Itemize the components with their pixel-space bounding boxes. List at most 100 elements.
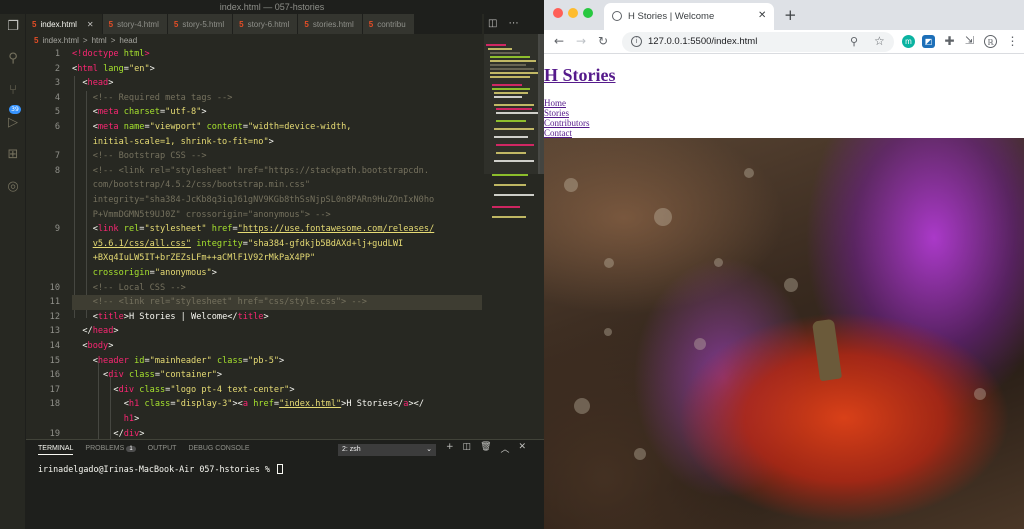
chevron-down-icon: ⌄ <box>426 446 432 453</box>
nav-link-contributors[interactable]: Contributors <box>544 118 590 128</box>
more-actions-icon[interactable]: ⋯ <box>509 18 519 29</box>
zoom-icon[interactable]: ⚲ <box>850 35 858 48</box>
nav-link-stories[interactable]: Stories <box>544 108 590 118</box>
breadcrumb-file[interactable]: index.html <box>42 34 78 47</box>
line-number: 9 <box>54 224 60 235</box>
split-terminal-icon[interactable]: ◫ <box>463 442 472 455</box>
source-control-icon[interactable]: ⑂ <box>4 82 22 100</box>
html-file-icon: 5 <box>368 19 374 29</box>
tab-story-4[interactable]: 5 story-4.html <box>102 14 168 34</box>
code-line: +BXq4IuLW5IT+brZEZsLFm++aCMlF1V92rMkPaX4… <box>92 253 316 264</box>
tab-contributors[interactable]: 5 contribu <box>362 14 415 34</box>
address-bar[interactable]: i 127.0.0.1:5500/index.html ⚲ ☆ <box>622 32 894 52</box>
info-icon[interactable]: i <box>631 36 642 47</box>
html-file-icon: 5 <box>173 19 179 29</box>
tab-output[interactable]: OUTPUT <box>148 445 177 455</box>
html-file-icon: 5 <box>108 19 114 29</box>
nav-link-contact[interactable]: Contact <box>544 128 590 138</box>
terminal-select[interactable]: 2: zsh ⌄ <box>338 444 436 456</box>
code-line: crossorigin="anonymous"> <box>92 268 217 278</box>
close-icon[interactable]: ✕ <box>87 20 94 29</box>
run-debug-icon[interactable]: ▷ <box>4 114 22 132</box>
close-window-button[interactable] <box>553 8 563 18</box>
menu-kebab-icon[interactable]: ⋮ <box>1006 35 1019 48</box>
code-line: <header id="mainheader" class="pb-5"> <box>72 355 285 366</box>
code-line: <!-- Bootstrap CSS --> <box>92 151 207 162</box>
tab-label: story-5.html <box>182 19 225 29</box>
extension-screenshot-icon[interactable]: ◩ <box>922 35 935 48</box>
tab-problems[interactable]: PROBLEMS 1 <box>85 445 136 455</box>
trash-icon[interactable]: 🗑 <box>480 442 491 455</box>
code-line: v5.6.1/css/all.css" integrity="sha384-gf… <box>92 238 404 249</box>
tab-index-html[interactable]: 5 index.html ✕ <box>26 14 103 34</box>
tab-terminal[interactable]: TERMINAL <box>38 445 74 455</box>
line-number: 19 <box>49 428 60 439</box>
line-number: 8 <box>54 165 60 176</box>
tab-label: contribu <box>377 19 406 29</box>
tab-stories[interactable]: 5 stories.html <box>298 14 363 34</box>
editor-actions: ◫ ⋯ <box>484 14 544 34</box>
new-tab-button[interactable]: + <box>784 6 797 24</box>
breadcrumb-html[interactable]: html <box>92 34 107 47</box>
breadcrumb-head[interactable]: head <box>119 34 137 47</box>
code-line: <head> <box>72 78 114 89</box>
site-nav: Home Stories Contributors Contact <box>544 98 590 138</box>
code-line: com/bootstrap/4.5.2/css/bootstrap.min.cs… <box>92 180 311 191</box>
problems-count-badge: 1 <box>126 446 136 452</box>
line-number: 1 <box>54 49 60 59</box>
code-editor[interactable]: 1 2 3 4 5 6 7 8 9 10 11 12 13 14 15 16 1… <box>26 47 482 439</box>
pumpkin-stem <box>811 318 843 382</box>
tab-story-5[interactable]: 5 story-5.html <box>167 14 234 34</box>
hero-image-pumpkin-smoke <box>544 138 1024 529</box>
panel-tabs: TERMINAL PROBLEMS 1 OUTPUT DEBUG CONSOLE <box>38 445 250 455</box>
back-icon[interactable]: ← <box>554 34 564 48</box>
vscode-window: index.html — 057-hstories ❐ ⚲ ⑂ 39 ▷ ⊞ ◎… <box>0 0 544 529</box>
tab-debug-console[interactable]: DEBUG CONSOLE <box>188 445 249 455</box>
chevron-up-icon[interactable]: ︿ <box>501 442 510 455</box>
line-number: 11 <box>49 297 60 308</box>
search-icon[interactable]: ⚲ <box>4 50 22 68</box>
line-number: 17 <box>49 384 60 395</box>
code-line: <title>H Stories | Welcome</title> <box>72 311 269 322</box>
line-number: 16 <box>49 370 60 381</box>
code-line: <html lang="en"> <box>72 63 155 74</box>
code-line: <div class="logo pt-4 text-center"> <box>72 384 295 395</box>
code-line: <!-- <link rel="stylesheet" href="https:… <box>92 165 430 176</box>
code-line: <h1 class="display-3"><a href="index.htm… <box>72 399 425 410</box>
extension-toolbar-icon[interactable]: ⇲ <box>963 35 976 48</box>
tab-label: PROBLEMS <box>85 445 125 452</box>
site-title-link[interactable]: H Stories <box>544 65 616 86</box>
code-line: h1> <box>123 414 140 424</box>
line-number: 15 <box>49 355 60 366</box>
source-control-badge: 39 <box>9 105 21 114</box>
tab-story-6[interactable]: 5 story-6.html <box>233 14 299 34</box>
new-terminal-icon[interactable]: + <box>446 442 454 455</box>
code-line: initial-scale=1, shrink-to-fit=no"> <box>92 136 274 147</box>
html-file-icon: 5 <box>32 19 37 29</box>
close-panel-icon[interactable]: ✕ <box>519 442 527 455</box>
line-number: 12 <box>49 311 60 322</box>
split-editor-icon[interactable]: ◫ <box>488 18 497 29</box>
forward-icon[interactable]: → <box>576 34 586 48</box>
explorer-icon[interactable]: ❐ <box>4 18 22 36</box>
code-line: <div class="container"> <box>72 370 223 381</box>
maximize-window-button[interactable] <box>583 8 593 18</box>
bookmark-star-icon[interactable]: ☆ <box>874 34 885 48</box>
browser-tab[interactable]: H Stories | Welcome ✕ <box>604 3 774 30</box>
terminal-output[interactable]: irinadelgado@Irinas-MacBook-Air 057-hsto… <box>38 464 283 474</box>
code-line: <!-- Required meta tags --> <box>92 92 233 103</box>
extensions-puzzle-icon[interactable]: ✚ <box>943 35 956 48</box>
extension-translate-icon[interactable]: ℝ <box>984 35 997 48</box>
close-tab-icon[interactable]: ✕ <box>758 10 766 21</box>
remote-icon[interactable]: ◎ <box>4 178 22 196</box>
reload-icon[interactable]: ↻ <box>598 34 608 48</box>
tab-label: index.html <box>40 19 77 29</box>
tab-label: stories.html <box>312 19 354 29</box>
tab-label: story-6.html <box>247 19 290 29</box>
extensions-icon[interactable]: ⊞ <box>4 146 22 164</box>
nav-link-home[interactable]: Home <box>544 98 590 108</box>
minimize-window-button[interactable] <box>568 8 578 18</box>
minimap[interactable] <box>486 34 538 234</box>
terminal-panel: TERMINAL PROBLEMS 1 OUTPUT DEBUG CONSOLE … <box>26 439 544 529</box>
extension-m-icon[interactable]: m <box>902 35 915 48</box>
